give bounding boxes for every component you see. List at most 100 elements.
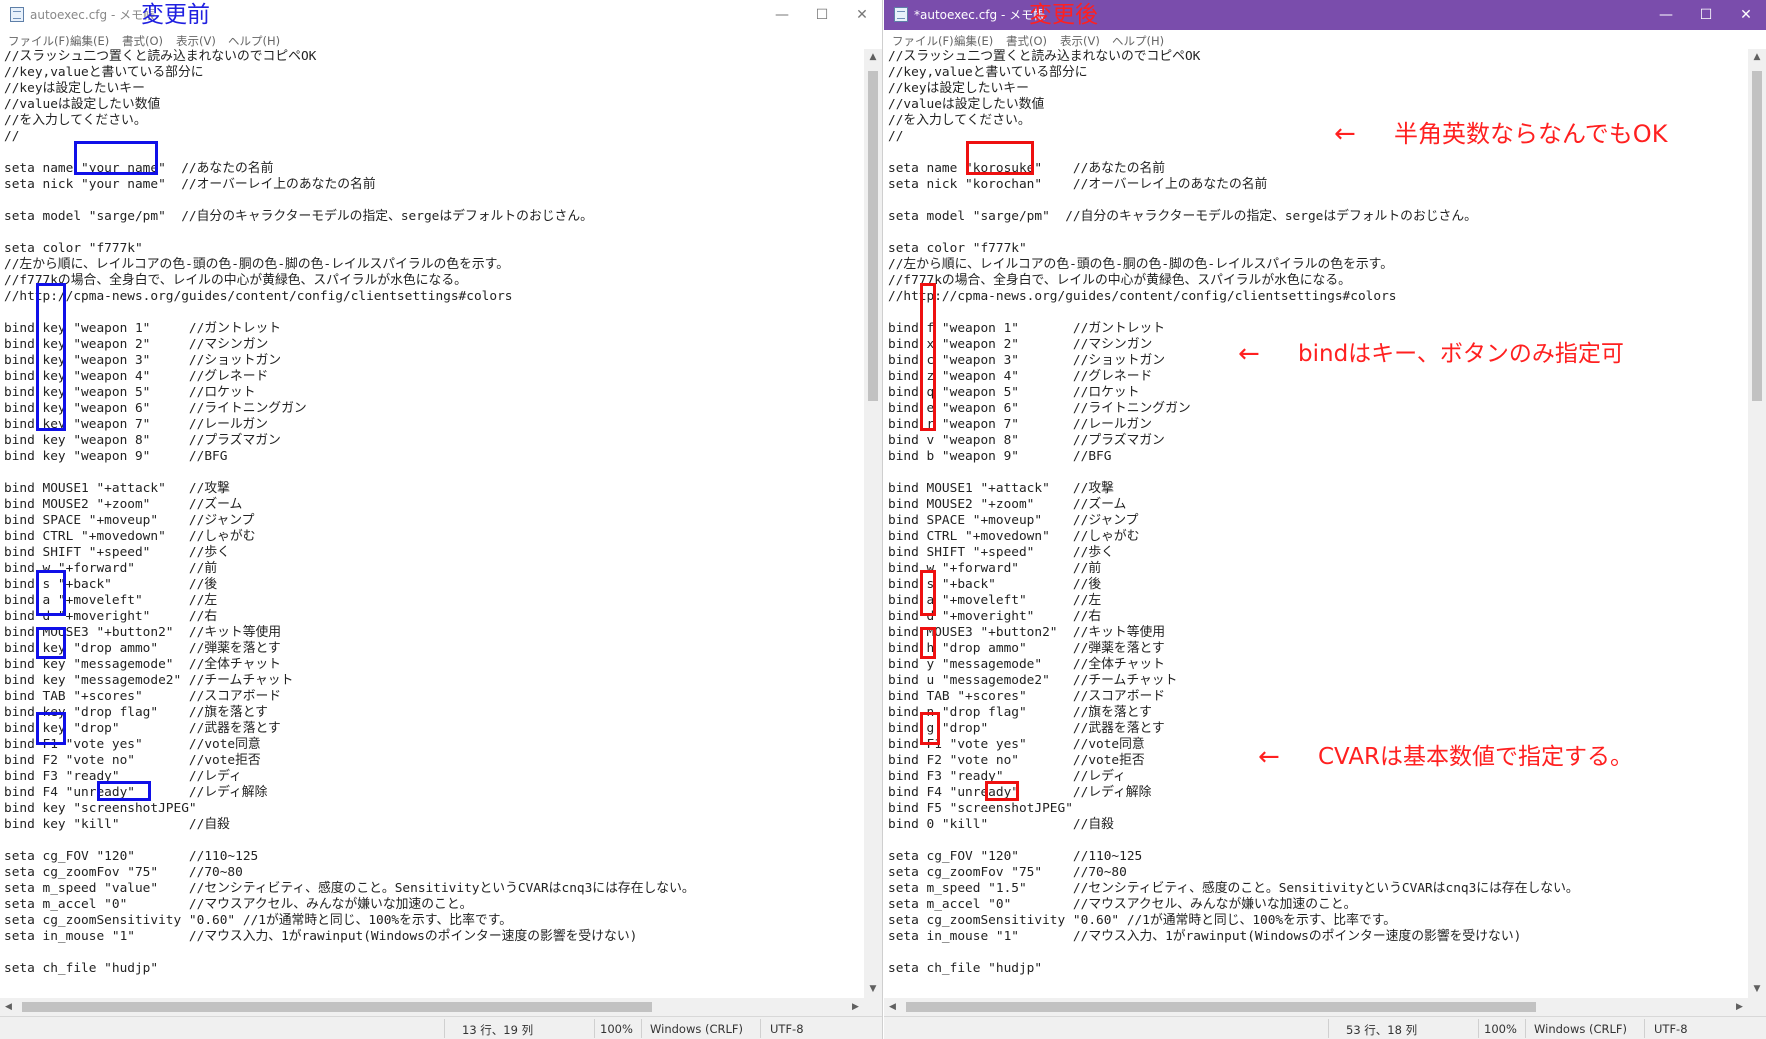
- code-line: seta nick "korochan" //オーバーレイ上のあなたの名前: [888, 177, 1268, 192]
- notepad-icon: [10, 7, 24, 22]
- h-scroll-thumb[interactable]: [22, 1002, 652, 1012]
- menu-view[interactable]: 表示(V): [176, 33, 216, 49]
- code-line: bind key "kill" //自殺: [4, 817, 230, 832]
- code-line: bind z "weapon 4" //グレネード: [888, 369, 1153, 384]
- scroll-thumb[interactable]: [868, 71, 878, 401]
- h-scroll-thumb[interactable]: [906, 1002, 1536, 1012]
- code-line: bind F4 "unready" //レディ解除: [888, 785, 1152, 800]
- horizontal-scrollbar[interactable]: ◀ ▶: [0, 998, 864, 1016]
- scroll-up-icon[interactable]: ▲: [1748, 49, 1766, 66]
- code-line: bind f "weapon 1" //ガントレット: [888, 321, 1166, 336]
- code-line: bind u "messagemode2" //チームチャット: [888, 673, 1178, 688]
- minimize-icon[interactable]: —: [766, 4, 798, 26]
- status-eol: Windows (CRLF): [1534, 1022, 1628, 1036]
- code-line: bind MOUSE1 "+attack" //攻撃: [888, 481, 1114, 496]
- code-line: bind key "drop flag" //旗を落とす: [4, 705, 268, 720]
- code-line: bind a "+moveleft" //左: [4, 593, 218, 608]
- code-line: seta ch_file "hudjp": [4, 961, 159, 976]
- code-line: //左から順に、レイルコアの色-頭の色-胴の色-脚の色-レイルスパイラルの色を示…: [4, 257, 509, 272]
- menu-file[interactable]: ファイル(F): [8, 33, 70, 49]
- code-line: seta model "sarge/pm" //自分のキャラクターモデルの指定、…: [888, 209, 1477, 224]
- code-line: bind g "drop" //武器を落とす: [888, 721, 1165, 736]
- code-line: bind MOUSE2 "+zoom" //ズーム: [4, 497, 243, 512]
- code-line: bind key "weapon 2" //マシンガン: [4, 337, 269, 352]
- code-line: bind s "+back" //後: [4, 577, 218, 592]
- scroll-down-icon[interactable]: ▼: [864, 981, 882, 998]
- title-bar[interactable]: *autoexec.cfg - メモ帳 変更後 — ☐ ✕: [884, 0, 1766, 30]
- close-icon[interactable]: ✕: [1730, 4, 1762, 26]
- scroll-left-icon[interactable]: ◀: [0, 998, 17, 1016]
- annotation-bind-note: bindはキー、ボタンのみ指定可: [1298, 341, 1624, 367]
- code-line: bind CTRL "+movedown" //しゃがむ: [888, 529, 1140, 544]
- code-line: bind key "drop" //武器を落とす: [4, 721, 281, 736]
- vertical-scrollbar[interactable]: ▲ ▼: [1748, 49, 1766, 998]
- status-zoom: 100%: [1484, 1022, 1517, 1036]
- code-line: bind w "+forward" //前: [4, 561, 218, 576]
- code-line: bind key "weapon 8" //プラズマガン: [4, 433, 281, 448]
- code-line: seta name "korosuke" //あなたの名前: [888, 161, 1166, 176]
- code-line: bind key "weapon 3" //ショットガン: [4, 353, 282, 368]
- menu-bar: ファイル(F) 編集(E) 書式(O) 表示(V) ヘルプ(H): [884, 30, 1766, 49]
- menu-help[interactable]: ヘルプ(H): [228, 33, 280, 49]
- code-line: bind F4 "unready" //レディ解除: [4, 785, 268, 800]
- code-line: seta cg_FOV "120" //110~125: [4, 849, 259, 864]
- code-line: bind e "weapon 6" //ライトニングガン: [888, 401, 1191, 416]
- window-title: *autoexec.cfg - メモ帳: [914, 8, 1046, 22]
- code-line: seta ch_file "hudjp": [888, 961, 1043, 976]
- scroll-left-icon[interactable]: ◀: [884, 998, 901, 1016]
- menu-view[interactable]: 表示(V): [1060, 33, 1100, 49]
- code-line: //keyは設定したいキー: [888, 81, 1029, 96]
- text-editor[interactable]: //スラッシュ二つ置くと読み込まれないのでコピペOK//key,valueと書い…: [0, 49, 864, 998]
- code-line: bind CTRL "+movedown" //しゃがむ: [4, 529, 256, 544]
- editor-content[interactable]: //スラッシュ二つ置くと読み込まれないのでコピペOK//key,valueと書い…: [888, 49, 1579, 977]
- menu-bar: ファイル(F) 編集(E) 書式(O) 表示(V) ヘルプ(H): [0, 30, 882, 49]
- menu-format[interactable]: 書式(O): [1006, 33, 1047, 49]
- code-line: seta nick "your name" //オーバーレイ上のあなたの名前: [4, 177, 376, 192]
- scroll-thumb[interactable]: [1752, 71, 1762, 401]
- maximize-icon[interactable]: ☐: [1690, 4, 1722, 26]
- code-line: bind key "weapon 9" //BFG: [4, 449, 228, 464]
- code-line: bind MOUSE2 "+zoom" //ズーム: [888, 497, 1127, 512]
- code-line: bind MOUSE1 "+attack" //攻撃: [4, 481, 230, 496]
- maximize-icon[interactable]: ☐: [806, 4, 838, 26]
- menu-help[interactable]: ヘルプ(H): [1112, 33, 1164, 49]
- scroll-down-icon[interactable]: ▼: [1748, 981, 1766, 998]
- code-line: bind MOUSE3 "+button2" //キット等使用: [888, 625, 1166, 640]
- minimize-icon[interactable]: —: [1650, 4, 1682, 26]
- code-line: bind d "+moveright" //右: [4, 609, 218, 624]
- code-line: bind TAB "+scores" //スコアボード: [888, 689, 1166, 704]
- menu-format[interactable]: 書式(O): [122, 33, 163, 49]
- menu-edit[interactable]: 編集(E): [70, 33, 109, 49]
- code-line: //f777kの場合、全身白で、レイルの中心が黄緑色、スパイラルが水色になる。: [4, 273, 467, 288]
- scroll-up-icon[interactable]: ▲: [864, 49, 882, 66]
- code-line: //f777kの場合、全身白で、レイルの中心が黄緑色、スパイラルが水色になる。: [888, 273, 1351, 288]
- code-line: bind TAB "+scores" //スコアボード: [4, 689, 282, 704]
- vertical-scrollbar[interactable]: ▲ ▼: [864, 49, 882, 998]
- code-line: //スラッシュ二つ置くと読み込まれないのでコピペOK: [888, 49, 1201, 64]
- text-editor[interactable]: //スラッシュ二つ置くと読み込まれないのでコピペOK//key,valueと書い…: [884, 49, 1748, 998]
- status-position: 53 行、18 列: [1346, 1023, 1418, 1037]
- title-bar[interactable]: autoexec.cfg - メモ帳 変更前 — ☐ ✕: [0, 0, 882, 30]
- menu-file[interactable]: ファイル(F): [892, 33, 954, 49]
- code-line: seta m_speed "value" //センシティビティ、感度のこと。Se…: [4, 881, 695, 896]
- before-label: 変更前: [141, 2, 210, 28]
- code-line: bind key "messagemode2" //チームチャット: [4, 673, 294, 688]
- close-icon[interactable]: ✕: [846, 4, 878, 26]
- code-line: bind key "weapon 7" //レールガン: [4, 417, 268, 432]
- code-line: //: [4, 129, 20, 144]
- code-line: seta in_mouse "1" //マウス入力、1がrawinput(Win…: [4, 929, 638, 944]
- menu-edit[interactable]: 編集(E): [954, 33, 993, 49]
- scroll-right-icon[interactable]: ▶: [847, 998, 864, 1016]
- code-line: bind v "weapon 8" //プラズマガン: [888, 433, 1165, 448]
- scroll-right-icon[interactable]: ▶: [1731, 998, 1748, 1016]
- horizontal-scrollbar[interactable]: ◀ ▶: [884, 998, 1748, 1016]
- editor-content[interactable]: //スラッシュ二つ置くと読み込まれないのでコピペOK//key,valueと書い…: [4, 49, 695, 977]
- code-line: seta cg_zoomFov "75" //70~80: [888, 865, 1127, 880]
